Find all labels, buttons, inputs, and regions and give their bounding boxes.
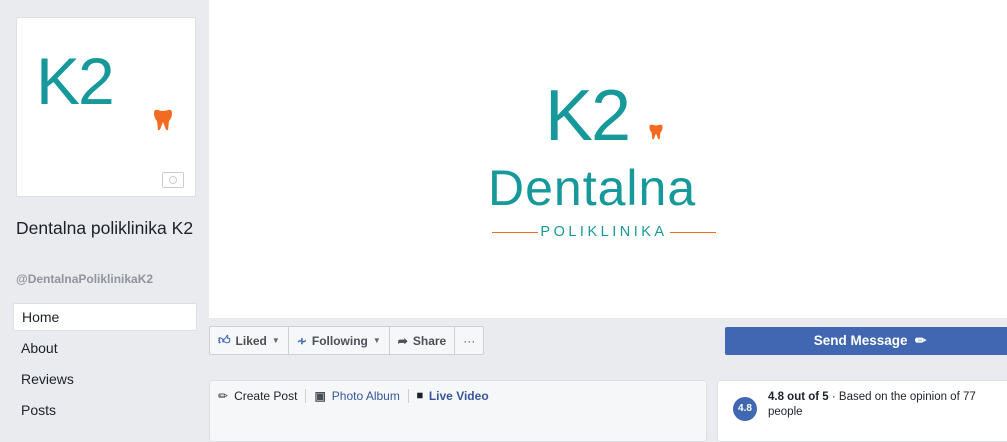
rating-badge: 4.8 xyxy=(733,397,757,421)
tooth-icon xyxy=(154,109,172,131)
rating-score: 4.8 out of 5 xyxy=(768,391,829,403)
live-video-label: Live Video xyxy=(428,388,489,403)
page-handle[interactable]: @DentalnaPoliklinikaK2 xyxy=(16,272,153,286)
nav-item-home[interactable]: Home xyxy=(13,303,197,331)
create-post-tab[interactable]: ✏︎ Create Post xyxy=(218,389,297,403)
pencil-icon: ✏︎ xyxy=(218,388,229,403)
cover-brand-name: Dentalna xyxy=(488,160,697,216)
page-title: Dentalna poliklinika K2 xyxy=(16,218,194,238)
following-label: Following xyxy=(311,333,368,348)
profile-logo-text: K2 xyxy=(36,44,115,118)
nav-item-posts[interactable]: Posts xyxy=(13,396,197,424)
cover-subtitle-text: POLIKLINIKA xyxy=(540,224,668,240)
divider xyxy=(305,388,307,403)
more-options-button[interactable]: ··· xyxy=(455,326,485,355)
video-camera-icon: ⏹ xyxy=(416,388,423,402)
album-icon: ▣ xyxy=(314,388,326,403)
send-message-button[interactable]: Send Message ✏︎ xyxy=(725,327,1007,355)
pencil-icon: ✏︎ xyxy=(911,333,927,348)
share-button[interactable]: ➦ Share xyxy=(389,326,456,355)
live-video-tab[interactable]: ⏹ Live Video xyxy=(417,388,489,403)
thumbs-up-icon: 👍︎ xyxy=(218,333,231,347)
divider xyxy=(492,231,539,233)
chevron-down-icon: ▼ xyxy=(372,336,381,345)
photo-album-tab[interactable]: ▣ Photo Album xyxy=(314,389,399,403)
chevron-down-icon: ▼ xyxy=(271,336,280,345)
nav-item-reviews[interactable]: Reviews xyxy=(13,365,197,393)
cover-subtitle: POLIKLINIKA xyxy=(490,224,718,240)
rating-summary[interactable]: 4.8 out of 5 · Based on the opinion of 7… xyxy=(768,390,1007,420)
camera-icon[interactable] xyxy=(162,172,184,188)
divider xyxy=(407,388,409,403)
liked-label: Liked xyxy=(235,333,267,348)
rss-icon: ∻ xyxy=(296,333,307,348)
composer-tabs: ✏︎ Create Post ▣ Photo Album ⏹ Live Vide… xyxy=(218,388,489,403)
send-message-label: Send Message xyxy=(813,333,908,348)
share-arrow-icon: ➦ xyxy=(397,333,408,348)
page-action-bar: 👍︎ Liked ▼ ∻ Following ▼ ➦ Share ··· xyxy=(209,326,485,355)
cover-photo[interactable] xyxy=(209,0,1007,318)
divider xyxy=(669,231,716,233)
tooth-icon xyxy=(649,124,663,140)
following-button[interactable]: ∻ Following ▼ xyxy=(288,326,390,355)
cover-logo-k2: K2 xyxy=(545,76,631,156)
create-post-label: Create Post xyxy=(234,388,298,403)
liked-button[interactable]: 👍︎ Liked ▼ xyxy=(209,326,289,355)
photo-album-label: Photo Album xyxy=(331,388,400,403)
nav-item-about[interactable]: About xyxy=(13,334,197,362)
share-label: Share xyxy=(412,333,447,348)
